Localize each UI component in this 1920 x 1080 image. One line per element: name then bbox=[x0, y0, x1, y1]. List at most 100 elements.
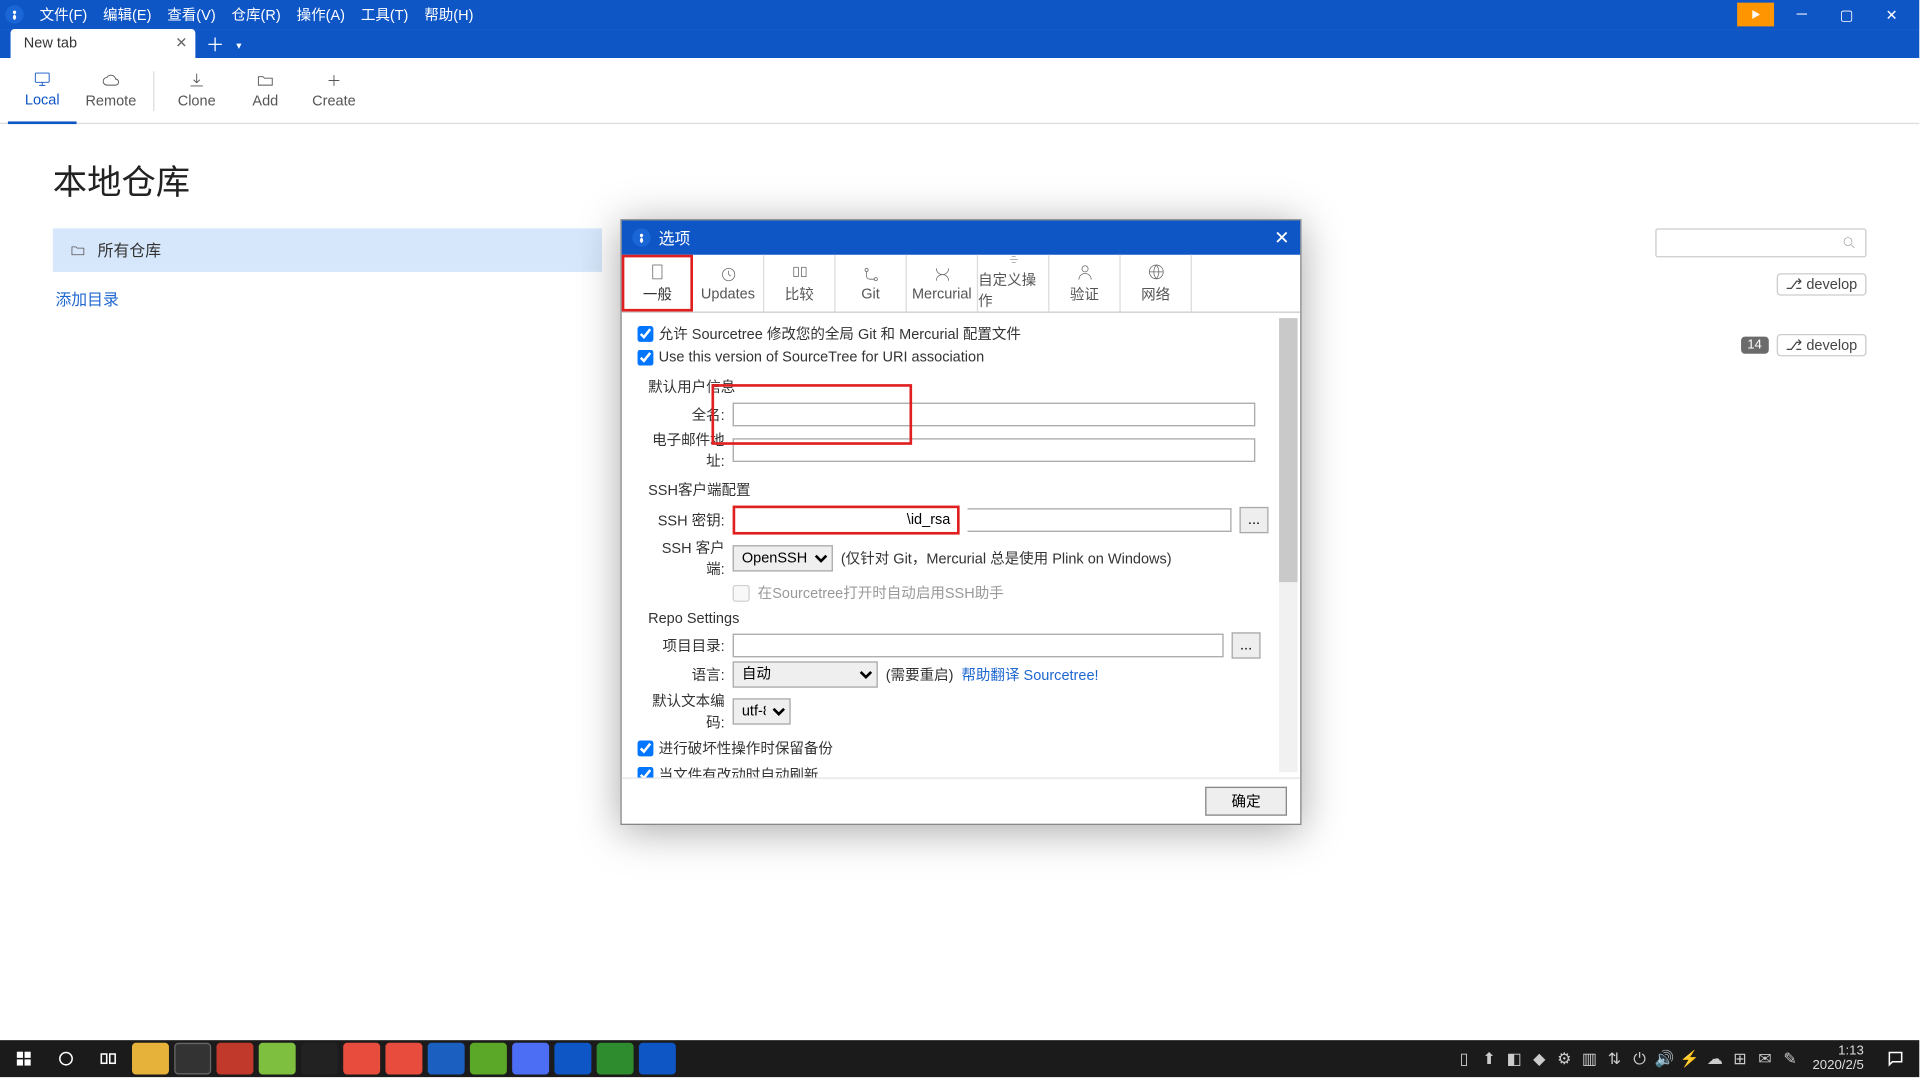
menu-file[interactable]: 文件(F) bbox=[32, 4, 95, 25]
tab-add-button[interactable]: ＋ bbox=[201, 32, 230, 58]
tray-icon[interactable]: ◆ bbox=[1530, 1049, 1548, 1067]
dialog-tab-network[interactable]: 网络 bbox=[1121, 255, 1192, 312]
taskbar-wechat[interactable] bbox=[597, 1043, 634, 1075]
chk-uri-label: Use this version of SourceTree for URI a… bbox=[659, 350, 985, 366]
search-input[interactable] bbox=[1655, 228, 1866, 257]
dialog-tab-mercurial[interactable]: Mercurial bbox=[907, 255, 978, 312]
menu-help[interactable]: 帮助(H) bbox=[416, 4, 481, 25]
input-sshkey-ext[interactable] bbox=[968, 508, 1232, 532]
tray-icon[interactable]: ⏻ bbox=[1630, 1049, 1648, 1067]
menu-view[interactable]: 查看(V) bbox=[159, 4, 223, 25]
tray-icon[interactable]: ⚡ bbox=[1680, 1049, 1698, 1067]
dialog-tab-updates[interactable]: Updates bbox=[693, 255, 764, 312]
dialog-scrollbar[interactable] bbox=[1279, 318, 1297, 772]
select-language[interactable]: 自动 bbox=[733, 661, 878, 687]
taskbar-app-dark[interactable] bbox=[301, 1043, 338, 1075]
notifications-button[interactable] bbox=[1877, 1043, 1914, 1075]
dialog-body: 允许 Sourcetree 修改您的全局 Git 和 Mercurial 配置文… bbox=[622, 313, 1300, 778]
browse-projdir-button[interactable]: ... bbox=[1232, 632, 1261, 658]
taskbar-app-blue2[interactable] bbox=[512, 1043, 549, 1075]
toolbar: Local Remote Clone Add Create bbox=[0, 58, 1919, 124]
start-button[interactable] bbox=[5, 1043, 42, 1075]
taskbar-clock[interactable]: 1:13 2020/2/5 bbox=[1805, 1044, 1872, 1073]
browse-sshkey-button[interactable]: ... bbox=[1239, 507, 1268, 533]
update-icon bbox=[717, 265, 738, 283]
tab-new[interactable]: New tab ✕ bbox=[11, 29, 196, 58]
dialog-tabs: 一般 Updates 比较 Git Mercurial 自定义操作 验证 网络 bbox=[622, 255, 1300, 313]
branch-tag[interactable]: ⎇develop bbox=[1776, 334, 1866, 356]
tray-icon[interactable]: ▯ bbox=[1455, 1049, 1473, 1067]
tray-icon[interactable]: 🔊 bbox=[1655, 1049, 1673, 1067]
compare-icon bbox=[789, 262, 810, 280]
taskbar-app-blue[interactable] bbox=[428, 1043, 465, 1075]
chk-backup[interactable] bbox=[638, 741, 654, 757]
chk-uri-assoc[interactable] bbox=[638, 350, 654, 366]
input-email[interactable] bbox=[733, 438, 1256, 462]
taskbar-app-green2[interactable] bbox=[470, 1043, 507, 1075]
tab-close-icon[interactable]: ✕ bbox=[175, 34, 187, 51]
tab-label: 自定义操作 bbox=[978, 269, 1048, 311]
tab-dropdown-icon[interactable]: ▾ bbox=[230, 32, 248, 58]
chk-allow-global[interactable] bbox=[638, 326, 654, 342]
dialog-tab-general[interactable]: 一般 bbox=[622, 255, 693, 312]
tray-icon[interactable]: ✎ bbox=[1781, 1049, 1799, 1067]
sidebar-item-allrepos[interactable]: 所有仓库 bbox=[53, 228, 602, 272]
branch-tag[interactable]: ⎇develop bbox=[1776, 273, 1866, 295]
mercurial-icon bbox=[931, 265, 952, 283]
taskbar-explorer[interactable] bbox=[132, 1043, 169, 1075]
toolbar-remote[interactable]: Remote bbox=[77, 57, 146, 123]
dialog-tab-auth[interactable]: 验证 bbox=[1049, 255, 1120, 312]
input-fullname[interactable] bbox=[733, 403, 1256, 427]
section-ssh: SSH客户端配置 bbox=[648, 479, 1284, 500]
input-sshkey[interactable] bbox=[737, 510, 956, 531]
taskbar-app-red2[interactable] bbox=[343, 1043, 380, 1075]
input-projdir[interactable] bbox=[733, 634, 1224, 658]
toolbar-local[interactable]: Local bbox=[8, 57, 77, 123]
menu-action[interactable]: 操作(A) bbox=[289, 4, 353, 25]
taskview-button[interactable] bbox=[90, 1043, 127, 1075]
clock-time: 1:13 bbox=[1812, 1044, 1863, 1059]
cortana-button[interactable] bbox=[48, 1043, 85, 1075]
menu-repo[interactable]: 仓库(R) bbox=[224, 4, 289, 25]
plus-icon bbox=[323, 71, 344, 89]
add-directory-link[interactable]: 添加目录 bbox=[53, 272, 602, 326]
dialog-titlebar: 选项 ✕ bbox=[622, 220, 1300, 254]
toolbar-local-label: Local bbox=[25, 92, 60, 108]
tray-icon[interactable]: ⚙ bbox=[1555, 1049, 1573, 1067]
dialog-tab-compare[interactable]: 比较 bbox=[764, 255, 835, 312]
tray-icon[interactable]: ✉ bbox=[1756, 1049, 1774, 1067]
taskbar-calculator[interactable] bbox=[174, 1043, 211, 1075]
select-sshclient[interactable]: OpenSSH bbox=[733, 545, 833, 571]
minimize-button[interactable]: ─ bbox=[1779, 0, 1824, 29]
taskbar-app-red[interactable] bbox=[216, 1043, 253, 1075]
toolbar-create[interactable]: Create bbox=[300, 57, 369, 123]
tray-icon[interactable]: ⬆ bbox=[1480, 1049, 1498, 1067]
tray-icon[interactable]: ▥ bbox=[1580, 1049, 1598, 1067]
tray-icon[interactable]: ☁ bbox=[1706, 1049, 1724, 1067]
tray-icon[interactable]: ⊞ bbox=[1731, 1049, 1749, 1067]
taskbar-sourcetree[interactable] bbox=[554, 1043, 591, 1075]
ok-button[interactable]: 确定 bbox=[1205, 787, 1287, 816]
toolbar-clone[interactable]: Clone bbox=[162, 57, 231, 123]
tray-icon[interactable]: ◧ bbox=[1505, 1049, 1523, 1067]
notification-badge[interactable] bbox=[1737, 3, 1774, 27]
maximize-button[interactable]: ▢ bbox=[1824, 0, 1869, 29]
taskbar-sourcetree2[interactable] bbox=[639, 1043, 676, 1075]
system-tray: ▯ ⬆ ◧ ◆ ⚙ ▥ ⇅ ⏻ 🔊 ⚡ ☁ ⊞ ✉ ✎ bbox=[1455, 1049, 1800, 1067]
select-encoding[interactable]: utf-8 bbox=[733, 698, 791, 724]
taskbar-app-green[interactable] bbox=[259, 1043, 296, 1075]
menu-edit[interactable]: 编辑(E) bbox=[95, 4, 159, 25]
toolbar-clone-label: Clone bbox=[178, 94, 216, 110]
lbl-sshkey: SSH 密钥: bbox=[648, 510, 725, 531]
menu-tool[interactable]: 工具(T) bbox=[353, 4, 416, 25]
dialog-tab-custom[interactable]: 自定义操作 bbox=[978, 255, 1049, 312]
tray-icon[interactable]: ⇅ bbox=[1605, 1049, 1623, 1067]
dialog-title: 选项 bbox=[659, 226, 691, 248]
dialog-close-button[interactable]: ✕ bbox=[1274, 226, 1289, 248]
link-translate[interactable]: 帮助翻译 Sourcetree! bbox=[961, 664, 1098, 685]
close-button[interactable]: ✕ bbox=[1869, 0, 1914, 29]
taskbar-app-red3[interactable] bbox=[385, 1043, 422, 1075]
chk-autorefresh[interactable] bbox=[638, 767, 654, 778]
toolbar-add[interactable]: Add bbox=[231, 57, 300, 123]
dialog-tab-git[interactable]: Git bbox=[836, 255, 907, 312]
